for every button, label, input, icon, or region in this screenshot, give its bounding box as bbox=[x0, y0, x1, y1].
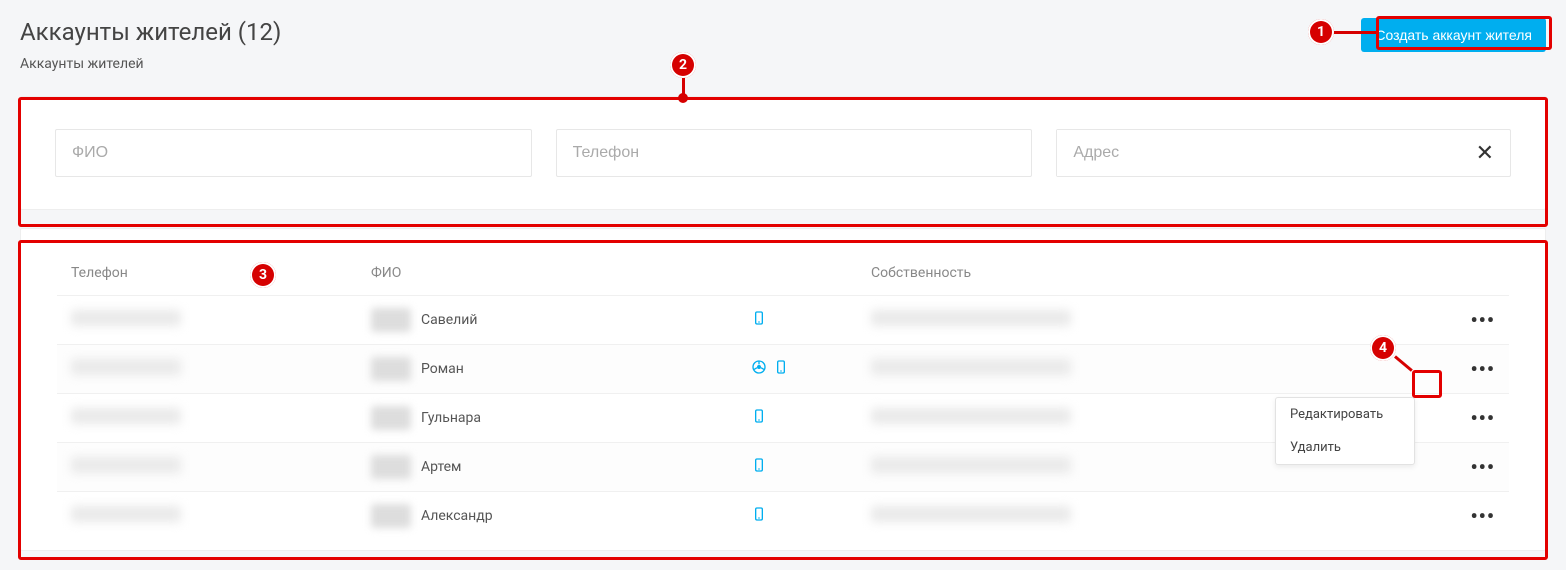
col-header-phone: Телефон bbox=[71, 265, 371, 281]
table-row[interactable]: Роман ••• bbox=[57, 344, 1509, 393]
menu-edit[interactable]: Редактировать bbox=[1276, 398, 1414, 431]
create-account-button[interactable]: Создать аккаунт жителя bbox=[1361, 18, 1546, 52]
row-actions-button[interactable]: ••• bbox=[1470, 504, 1495, 528]
avatar-blurred bbox=[371, 504, 411, 528]
mobile-icon bbox=[773, 359, 789, 379]
mobile-icon bbox=[751, 457, 767, 477]
row-name: Роман bbox=[421, 361, 464, 377]
col-header-property: Собственность bbox=[871, 265, 1435, 281]
row-name: Александр bbox=[421, 508, 493, 524]
property-blurred bbox=[871, 408, 1071, 424]
phone-blurred bbox=[71, 506, 181, 522]
row-context-menu: Редактировать Удалить bbox=[1275, 397, 1415, 465]
avatar-blurred bbox=[371, 406, 411, 430]
row-name: Артем bbox=[421, 459, 461, 475]
phone-blurred bbox=[71, 359, 181, 375]
menu-delete[interactable]: Удалить bbox=[1276, 431, 1414, 464]
table-header: Телефон ФИО Собственность bbox=[57, 257, 1509, 295]
table-panel: Телефон ФИО Собственность Савелий•••Рома… bbox=[20, 228, 1546, 551]
row-actions-button[interactable]: ••• bbox=[1470, 308, 1495, 332]
phone-blurred bbox=[71, 408, 181, 424]
table-row[interactable]: Савелий ••• bbox=[57, 295, 1509, 344]
clear-address-icon[interactable]: ✕ bbox=[1470, 141, 1500, 166]
col-header-name: ФИО bbox=[371, 265, 751, 281]
filter-name-input[interactable] bbox=[55, 129, 532, 177]
avatar-blurred bbox=[371, 357, 411, 381]
table-row[interactable]: Александр ••• bbox=[57, 491, 1509, 540]
mobile-icon bbox=[751, 310, 767, 330]
avatar-blurred bbox=[371, 455, 411, 479]
mobile-icon bbox=[751, 506, 767, 526]
property-blurred bbox=[871, 310, 1071, 326]
phone-blurred bbox=[71, 310, 181, 326]
filter-address-input[interactable] bbox=[1057, 130, 1469, 176]
steering-icon bbox=[751, 359, 767, 379]
property-blurred bbox=[871, 359, 1071, 375]
row-actions-button[interactable]: ••• bbox=[1470, 357, 1495, 381]
row-actions-button[interactable]: ••• bbox=[1470, 455, 1495, 479]
property-blurred bbox=[871, 506, 1071, 522]
row-name: Гульнара bbox=[421, 410, 481, 426]
breadcrumb: Аккаунты жителей bbox=[20, 56, 281, 72]
filter-address-wrap: ✕ bbox=[1056, 129, 1511, 177]
row-name: Савелий bbox=[421, 312, 477, 328]
avatar-blurred bbox=[371, 308, 411, 332]
filter-panel: ✕ bbox=[20, 96, 1546, 210]
row-actions-button[interactable]: ••• bbox=[1470, 406, 1495, 430]
mobile-icon bbox=[751, 408, 767, 428]
phone-blurred bbox=[71, 457, 181, 473]
page-title: Аккаунты жителей (12) bbox=[20, 18, 281, 46]
property-blurred bbox=[871, 457, 1071, 473]
filter-phone-input[interactable] bbox=[556, 129, 1033, 177]
